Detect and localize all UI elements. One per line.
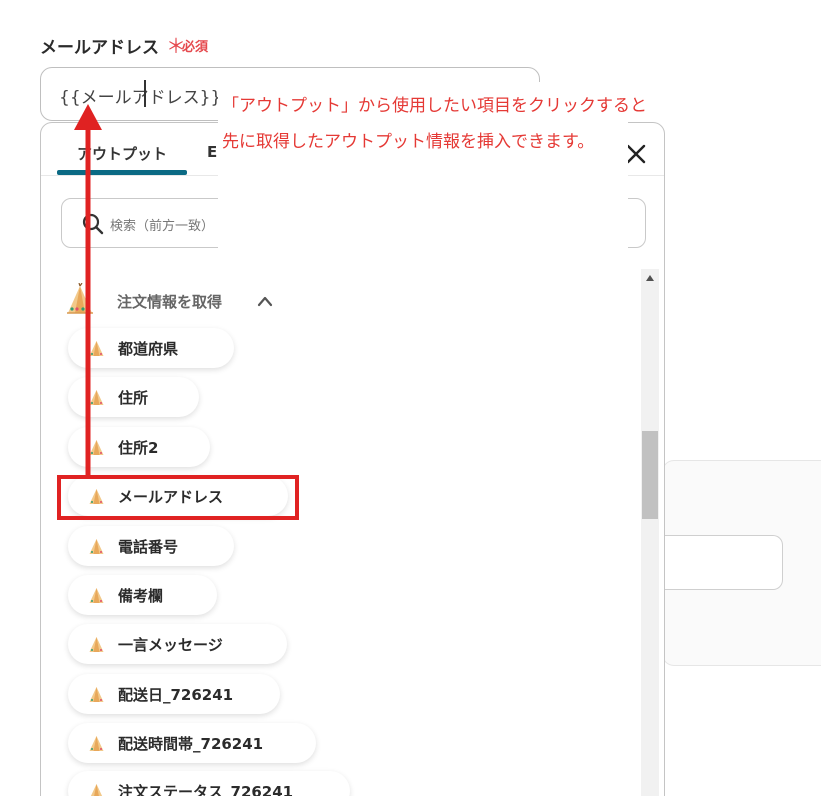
output-item-label: 注文ステータス_726241 xyxy=(118,783,294,796)
output-item[interactable]: 住所2 xyxy=(68,427,210,467)
tent-icon xyxy=(89,637,104,652)
output-item[interactable]: 注文ステータス_726241 xyxy=(68,771,350,796)
tent-icon xyxy=(89,390,104,405)
annotation-callout: 「アウトプット」から使用したい項目をクリックすると 先に取得したアウトプット情報… xyxy=(218,82,647,282)
tab-output[interactable]: アウトプット xyxy=(77,143,167,164)
output-item-label: 一言メッセージ xyxy=(118,636,223,654)
scroll-thumb[interactable] xyxy=(642,431,658,519)
tent-icon xyxy=(89,687,104,702)
background-input xyxy=(662,535,783,590)
required-label: 必須 xyxy=(182,40,209,55)
output-item-label: 備考欄 xyxy=(118,587,164,605)
output-item-label: 都道府県 xyxy=(118,340,179,358)
email-field-value: {{メールアドレス}} xyxy=(59,88,222,108)
tent-icon xyxy=(67,283,93,314)
chevron-up-icon[interactable] xyxy=(257,295,273,307)
scroll-up-arrow[interactable] xyxy=(646,275,654,281)
output-item-label: 住所 xyxy=(118,389,149,407)
tent-icon xyxy=(89,588,104,603)
output-item-label: 電話番号 xyxy=(118,538,179,556)
search-placeholder: 検索（前方一致） xyxy=(110,219,215,234)
tent-icon xyxy=(89,539,104,554)
output-item[interactable]: 電話番号 xyxy=(68,526,234,566)
annotation-text-line2: 先に取得したアウトプット情報を挿入できます。 xyxy=(222,132,595,152)
tab-second[interactable]: E xyxy=(207,143,217,161)
output-item-label: 配送時間帯_726241 xyxy=(118,735,264,753)
output-item[interactable]: 一言メッセージ xyxy=(68,624,287,664)
text-caret xyxy=(144,80,146,107)
tent-icon xyxy=(89,440,104,455)
output-item[interactable]: 配送時間帯_726241 xyxy=(68,723,316,763)
output-item[interactable]: 都道府県 xyxy=(68,328,234,368)
tent-icon xyxy=(89,736,104,751)
output-item-label: 住所2 xyxy=(118,439,159,457)
output-item[interactable]: 配送日_726241 xyxy=(68,674,280,714)
output-item-label: 配送日_726241 xyxy=(118,686,234,704)
close-icon[interactable] xyxy=(625,143,647,165)
output-item[interactable]: 備考欄 xyxy=(68,575,217,615)
output-item[interactable]: 住所 xyxy=(68,377,199,417)
section-title: 注文情報を取得 xyxy=(117,293,223,311)
field-label: メールアドレス xyxy=(40,38,159,58)
search-icon xyxy=(82,213,104,235)
highlight-box xyxy=(57,475,299,520)
tent-icon xyxy=(90,784,103,796)
tent-icon xyxy=(89,341,104,356)
annotation-text-line1: 「アウトプット」から使用したい項目をクリックすると xyxy=(222,96,647,116)
scrollbar[interactable] xyxy=(641,269,659,796)
